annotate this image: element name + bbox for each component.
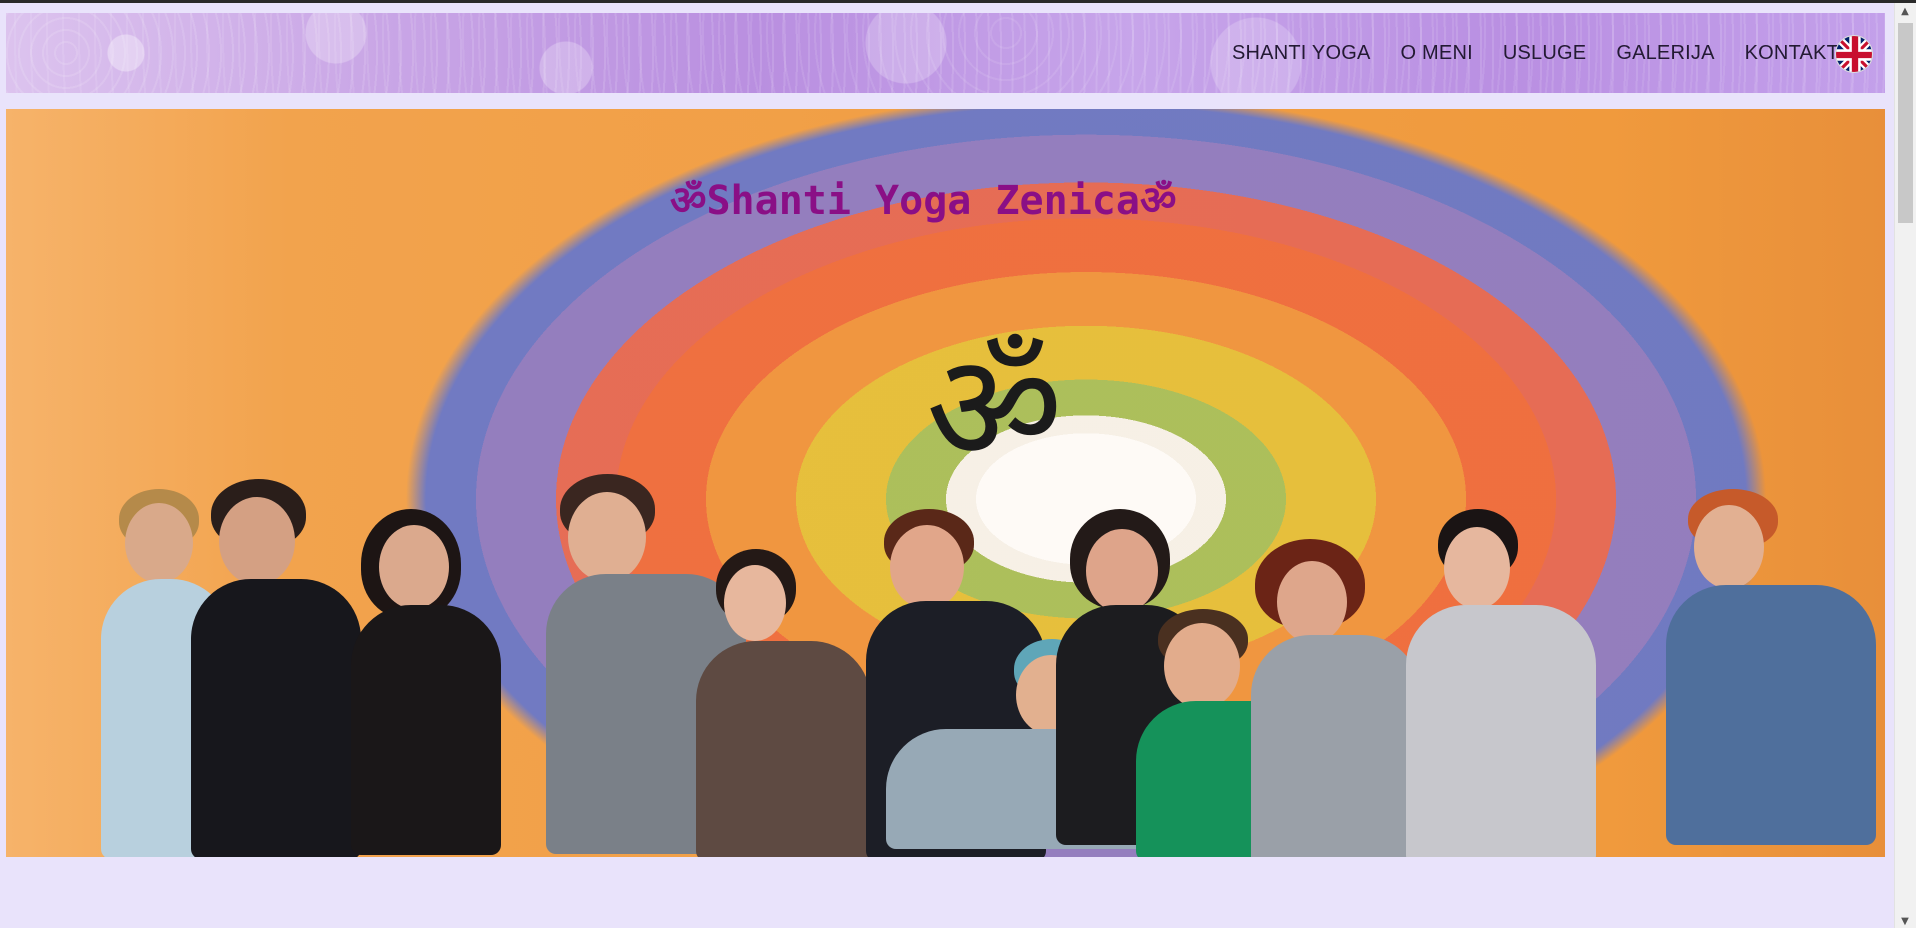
scroll-thumb[interactable] <box>1898 23 1913 223</box>
hero-title: ॐShanti Yoga Zenicaॐ <box>670 178 1177 224</box>
nav-galerija[interactable]: GALERIJA <box>1616 42 1714 65</box>
page: SHANTI YOGA O MENI USLUGE GALERIJA KONTA… <box>0 0 1916 928</box>
nav-o-meni[interactable]: O MENI <box>1401 42 1473 65</box>
om-icon: ॐ <box>926 322 1063 496</box>
nav-kontakt[interactable]: KONTAKT <box>1745 42 1839 65</box>
nav-usluge[interactable]: USLUGE <box>1503 42 1586 65</box>
scroll-up-icon[interactable]: ▲ <box>1899 6 1911 18</box>
hero-image: ॐ ॐShanti Yoga Zenicaॐ <box>6 109 1885 857</box>
site-header: SHANTI YOGA O MENI USLUGE GALERIJA KONTA… <box>6 13 1885 93</box>
main-nav: SHANTI YOGA O MENI USLUGE GALERIJA KONTA… <box>1232 13 1839 93</box>
nav-shanti-yoga[interactable]: SHANTI YOGA <box>1232 42 1371 65</box>
vertical-scrollbar[interactable]: ▲ ▼ <box>1894 3 1916 928</box>
uk-flag-icon[interactable] <box>1835 35 1873 73</box>
scroll-down-icon[interactable]: ▼ <box>1899 916 1911 928</box>
